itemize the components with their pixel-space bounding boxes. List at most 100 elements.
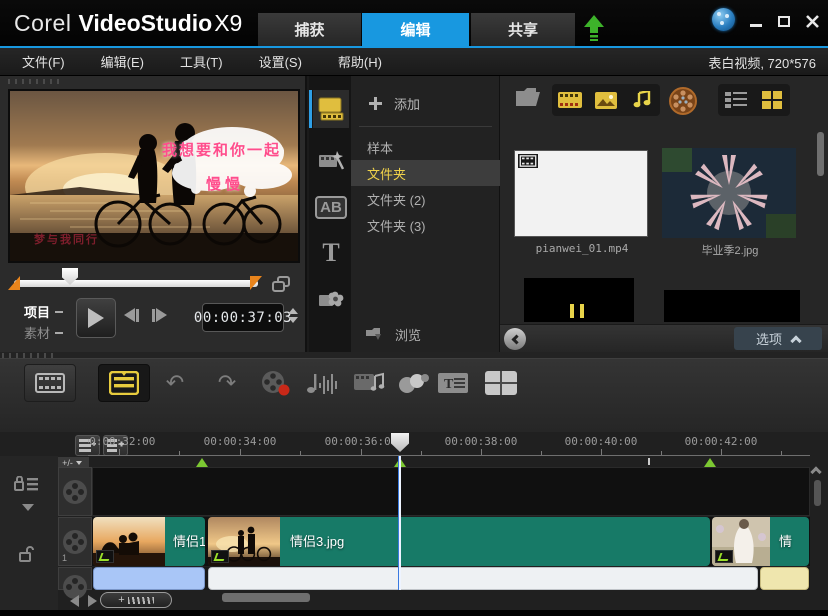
chapter-marker[interactable] bbox=[704, 458, 716, 467]
trim-start-handle[interactable] bbox=[8, 276, 20, 290]
trim-end-handle[interactable] bbox=[250, 276, 262, 290]
menu-file[interactable]: 文件(F) bbox=[8, 52, 79, 71]
import-folder-button[interactable] bbox=[514, 86, 542, 113]
gallery-scrollbar[interactable] bbox=[817, 132, 824, 176]
music-clip-white[interactable] bbox=[208, 567, 758, 590]
film-reel-icon bbox=[260, 369, 290, 397]
filter-audio-button[interactable] bbox=[624, 84, 660, 116]
timecode-spinner[interactable] bbox=[288, 308, 298, 323]
enlarge-preview-icon[interactable] bbox=[272, 276, 292, 294]
seek-bar[interactable] bbox=[14, 280, 258, 287]
clip-qinglv3[interactable]: 情侣3.jpg bbox=[208, 517, 710, 566]
category-transition-button[interactable]: AB bbox=[313, 188, 349, 226]
instant-project-icon bbox=[318, 149, 344, 173]
corel-account-icon[interactable] bbox=[712, 8, 735, 31]
nav-item-folder-3[interactable]: 文件夹 (3) bbox=[351, 212, 500, 238]
timeline-ruler[interactable]: 00:00:32:00 00:00:34:00 00:00:36:00 00:0… bbox=[88, 432, 810, 456]
menu-edit[interactable]: 编辑(E) bbox=[87, 52, 158, 71]
music-clip-yellow[interactable] bbox=[760, 567, 809, 590]
category-instant-project-button[interactable] bbox=[313, 142, 349, 180]
split-screen-template-button[interactable] bbox=[484, 367, 518, 399]
subtitle-editor-button[interactable]: T bbox=[436, 367, 470, 399]
nav-item-label: 样本 bbox=[367, 138, 393, 157]
clip-label: 情 bbox=[779, 531, 792, 550]
preview-viewport[interactable]: 我想要和你一起 慢慢 梦与我同行 bbox=[8, 89, 300, 263]
track-unlock-icon[interactable] bbox=[18, 546, 34, 567]
music-track-header[interactable] bbox=[58, 567, 92, 590]
music-clip-blue[interactable] bbox=[93, 567, 205, 590]
playhead-line bbox=[399, 456, 401, 590]
backgrounds-button[interactable] bbox=[668, 86, 698, 121]
collapse-left-button[interactable] bbox=[504, 328, 526, 350]
nav-item-folder-selected[interactable]: 文件夹 bbox=[351, 160, 500, 186]
sound-mixer-button[interactable] bbox=[306, 367, 340, 399]
browse-icon bbox=[365, 327, 385, 341]
track-transparency-button[interactable] bbox=[396, 367, 430, 399]
ruler-tick-label: 00:00:40:00 bbox=[565, 435, 638, 448]
record-capture-button[interactable] bbox=[258, 367, 292, 399]
timeline-view-button[interactable] bbox=[98, 364, 150, 402]
timeline-scroll-up-button[interactable] bbox=[812, 464, 822, 474]
next-frame-button[interactable] bbox=[152, 308, 167, 322]
mode-project[interactable]: 项目 bbox=[24, 302, 63, 321]
upload-arrow-icon[interactable] bbox=[583, 15, 605, 41]
scroll-left-button[interactable] bbox=[70, 595, 79, 607]
window-close-button[interactable] bbox=[802, 12, 822, 30]
filter-photos-button[interactable] bbox=[588, 84, 624, 116]
preview-overlay-title-line2: 慢慢 bbox=[206, 173, 244, 194]
browse-button[interactable]: 浏览 bbox=[351, 320, 500, 348]
nav-item-samples[interactable]: 样本 bbox=[351, 134, 500, 160]
project-info: 表白视频, 720*576 bbox=[708, 48, 816, 76]
preview-timecode[interactable]: 00:00:37:03 bbox=[202, 303, 284, 332]
add-folder-button[interactable]: 添加 bbox=[351, 90, 500, 116]
filter-videos-button[interactable] bbox=[552, 84, 588, 116]
window-maximize-button[interactable] bbox=[774, 12, 794, 30]
panel-grip[interactable] bbox=[8, 79, 60, 84]
ripple-edit-all-icon[interactable] bbox=[14, 476, 40, 497]
collapse-track-arrow[interactable] bbox=[22, 504, 34, 511]
window-minimize-button[interactable] bbox=[746, 12, 766, 30]
timeline-hscrollbar-thumb[interactable] bbox=[222, 593, 310, 602]
tab-edit[interactable]: 编辑 bbox=[362, 13, 469, 46]
thumbnail-partial-1[interactable] bbox=[524, 278, 634, 322]
menu-tools[interactable]: 工具(T) bbox=[166, 52, 237, 71]
list-view-button[interactable] bbox=[718, 84, 754, 116]
mode-clip[interactable]: 素材 bbox=[24, 323, 63, 342]
undo-button[interactable]: ↶ bbox=[158, 367, 192, 399]
category-title-button[interactable]: T bbox=[313, 234, 349, 272]
thumbnail-biyeji[interactable] bbox=[662, 148, 796, 238]
video-track-header[interactable]: 1 bbox=[58, 517, 92, 566]
auto-music-button[interactable] bbox=[352, 367, 386, 399]
storyboard-view-button[interactable] bbox=[24, 364, 76, 402]
redo-button[interactable]: ↷ bbox=[210, 367, 244, 399]
category-media-button[interactable] bbox=[313, 90, 349, 128]
tab-capture-label: 捕获 bbox=[294, 19, 324, 40]
overlay-track-header[interactable] bbox=[58, 467, 92, 516]
overlay-track[interactable] bbox=[92, 467, 810, 516]
mode-project-label: 项目 bbox=[24, 302, 50, 321]
previous-frame-button[interactable] bbox=[124, 308, 139, 322]
auto-scroll-button[interactable]: + bbox=[100, 592, 172, 608]
hands-star-photo bbox=[662, 148, 796, 238]
tab-capture[interactable]: 捕获 bbox=[258, 13, 361, 46]
title-bar: Corel VideoStudio X9 捕获 编辑 共享 bbox=[0, 0, 828, 46]
menu-settings[interactable]: 设置(S) bbox=[245, 52, 316, 71]
category-graphic-button[interactable] bbox=[313, 280, 349, 318]
grid-view-button[interactable] bbox=[754, 84, 790, 116]
clip-qing[interactable]: 情 bbox=[712, 517, 809, 566]
chapter-marker[interactable] bbox=[196, 458, 208, 467]
menu-help[interactable]: 帮助(H) bbox=[324, 52, 396, 71]
nav-item-folder-2[interactable]: 文件夹 (2) bbox=[351, 186, 500, 212]
divider bbox=[359, 126, 492, 127]
options-button[interactable]: 选项 bbox=[734, 327, 822, 350]
thumbnail-partial-2[interactable] bbox=[664, 290, 800, 322]
scroll-right-button[interactable] bbox=[88, 595, 97, 607]
clip-qinglv1[interactable]: 情侣1 bbox=[93, 517, 205, 566]
brand-version: X9 bbox=[214, 10, 242, 37]
tab-share[interactable]: 共享 bbox=[471, 13, 575, 46]
tab-share-label: 共享 bbox=[508, 19, 538, 40]
videostudio-window: Corel VideoStudio X9 捕获 编辑 共享 bbox=[0, 0, 828, 616]
play-button[interactable] bbox=[76, 298, 116, 338]
thumbnail-pianwei[interactable] bbox=[514, 150, 648, 237]
timeline-vscrollbar-thumb[interactable] bbox=[814, 480, 821, 506]
